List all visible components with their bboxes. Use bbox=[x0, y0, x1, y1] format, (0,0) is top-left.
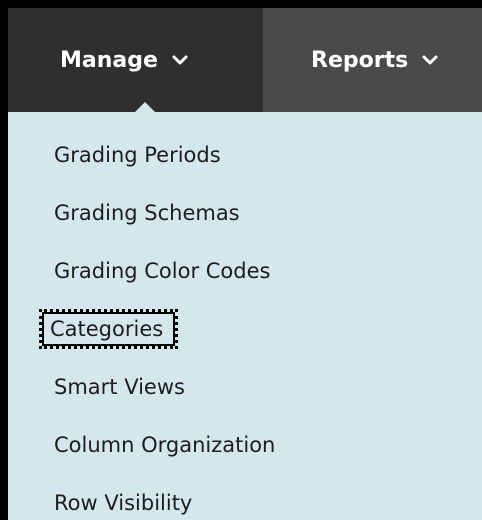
menu-item-grading-color-codes[interactable]: Grading Color Codes bbox=[46, 256, 278, 286]
chevron-down-icon bbox=[172, 55, 188, 65]
menu-item-column-organization[interactable]: Column Organization bbox=[46, 430, 283, 460]
tab-reports-label: Reports bbox=[311, 47, 409, 73]
menu-item-smart-views[interactable]: Smart Views bbox=[46, 372, 193, 402]
manage-dropdown-menu: Grading Periods Grading Schemas Grading … bbox=[8, 112, 482, 520]
menu-item-row-visibility[interactable]: Row Visibility bbox=[46, 488, 200, 518]
chevron-down-icon bbox=[422, 55, 438, 65]
tab-manage-label: Manage bbox=[60, 47, 158, 73]
nav-bar: Manage Reports bbox=[8, 8, 482, 114]
menu-item-categories[interactable]: Categories bbox=[38, 309, 179, 349]
menu-frame: Manage Reports Grading Periods Grading S… bbox=[0, 0, 482, 520]
menu-item-grading-schemas[interactable]: Grading Schemas bbox=[46, 198, 248, 228]
menu-item-grading-periods[interactable]: Grading Periods bbox=[46, 140, 229, 170]
tab-reports[interactable]: Reports bbox=[263, 8, 482, 112]
tab-manage[interactable]: Manage bbox=[8, 8, 263, 112]
